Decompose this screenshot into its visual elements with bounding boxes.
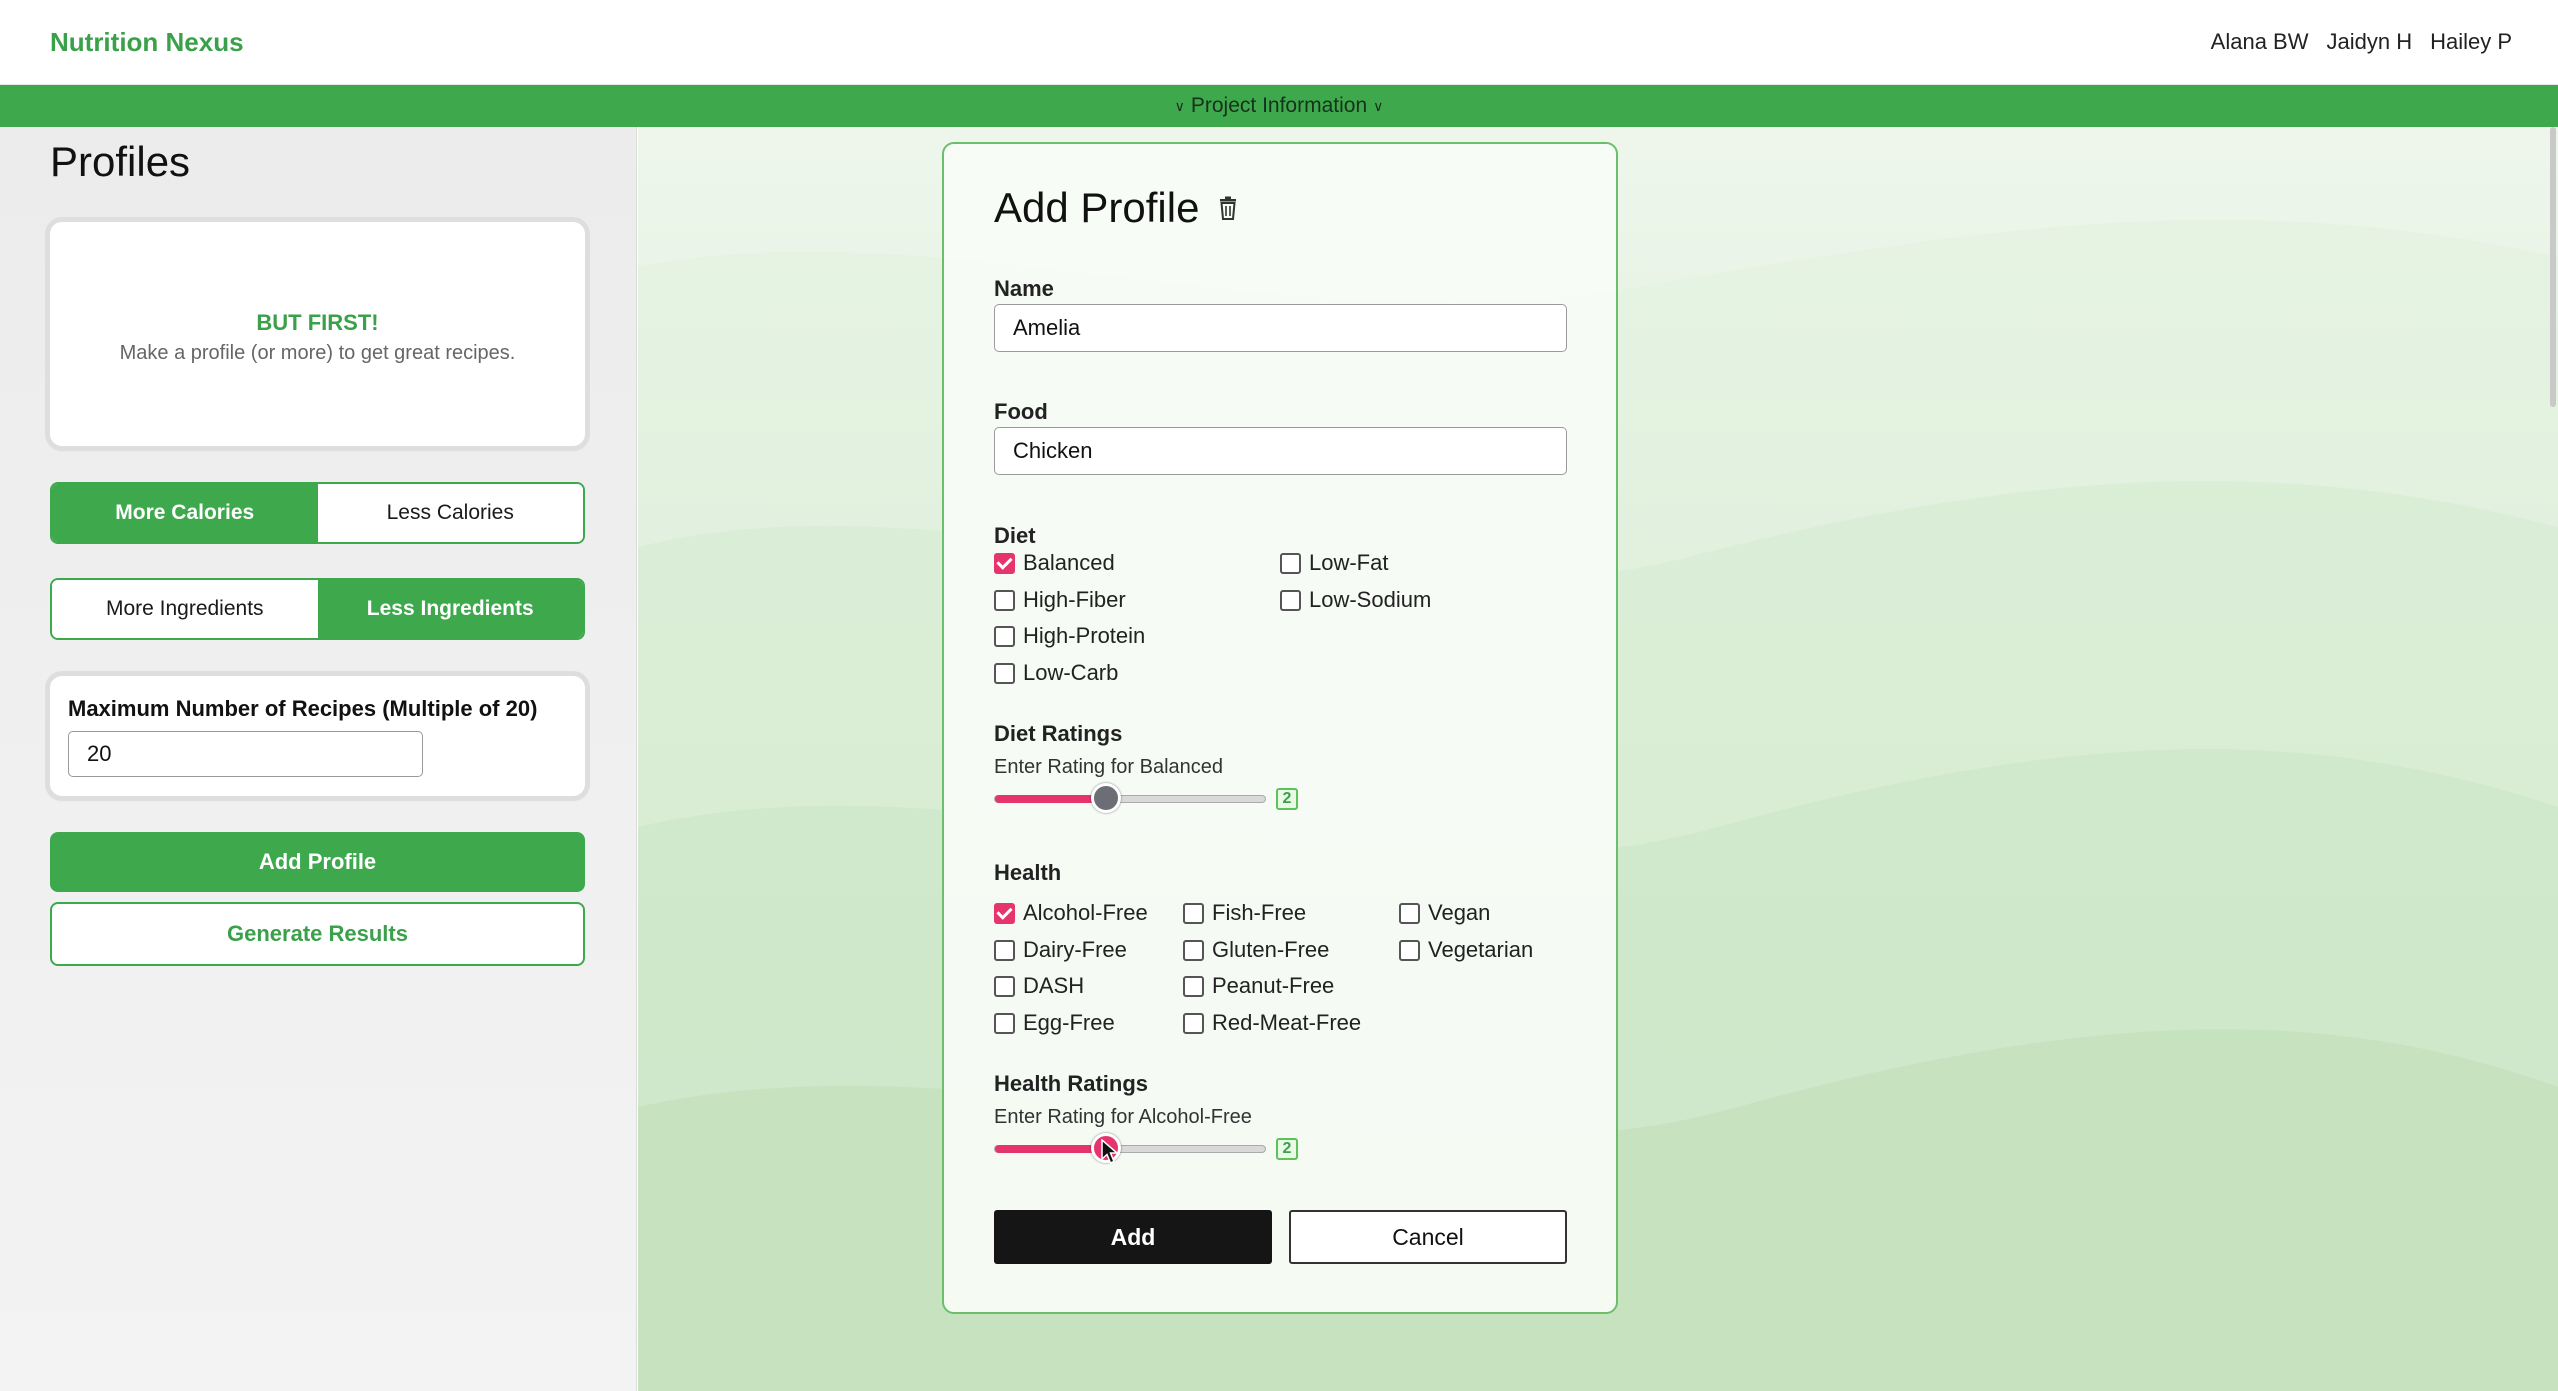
diet-option[interactable]: Low-Sodium: [1280, 587, 1431, 613]
health-option-label: Dairy-Free: [1023, 937, 1127, 962]
health-option[interactable]: Egg-Free: [994, 1010, 1115, 1036]
health-option[interactable]: Peanut-Free: [1183, 973, 1334, 999]
checkbox[interactable]: [994, 1012, 1015, 1034]
name-input[interactable]: [994, 304, 1567, 352]
health-option[interactable]: Dairy-Free: [994, 937, 1127, 963]
diet-rating-prompt: Enter Rating for Balanced: [994, 756, 1224, 778]
health-rating-slider[interactable]: [994, 1133, 1266, 1163]
slider-fill: [995, 795, 1106, 803]
checkbox[interactable]: [1280, 589, 1301, 611]
ingredients-toggle: More Ingredients Less Ingredients: [50, 578, 585, 640]
name-label: Name: [994, 276, 1054, 301]
add-profile-title: Add Profile: [994, 184, 1200, 231]
notice-heading: BUT FIRST!: [256, 310, 379, 335]
profile-notice-card: BUT FIRST! Make a profile (or more) to g…: [50, 222, 585, 446]
diet-rating-slider[interactable]: [994, 783, 1266, 813]
checkbox[interactable]: [1183, 902, 1204, 924]
add-button[interactable]: Add: [994, 1210, 1272, 1264]
team-member-link[interactable]: Alana BW: [2211, 29, 2309, 55]
diet-option-label: Low-Sodium: [1309, 587, 1432, 612]
diet-option-label: High-Protein: [1023, 623, 1146, 648]
max-recipes-input[interactable]: [68, 731, 423, 777]
health-option-label: Vegan: [1428, 900, 1491, 925]
health-option-label: Alcohol-Free: [1023, 900, 1148, 925]
diet-option[interactable]: High-Protein: [994, 623, 1145, 649]
health-option[interactable]: DASH: [994, 973, 1084, 999]
checkbox[interactable]: [994, 625, 1015, 647]
checkbox[interactable]: [994, 975, 1015, 997]
diet-option-label: Low-Carb: [1023, 660, 1119, 685]
diet-option[interactable]: High-Fiber: [994, 587, 1126, 613]
diet-rating-value: 2: [1276, 788, 1298, 810]
less-ingredients-button[interactable]: Less Ingredients: [317, 580, 583, 638]
scrollbar-thumb[interactable]: [2550, 127, 2556, 407]
health-option-label: DASH: [1023, 973, 1085, 998]
checkbox[interactable]: [1183, 975, 1204, 997]
team-member-link[interactable]: Hailey P: [2430, 29, 2512, 55]
health-option[interactable]: Vegetarian: [1399, 937, 1533, 963]
generate-results-button[interactable]: Generate Results: [50, 902, 585, 966]
diet-label: Diet: [994, 523, 1036, 548]
diet-option-label: Low-Fat: [1309, 550, 1389, 575]
health-option[interactable]: Fish-Free: [1183, 900, 1306, 926]
more-calories-button[interactable]: More Calories: [52, 484, 318, 542]
trash-icon[interactable]: [1219, 196, 1237, 220]
add-profile-panel: Add Profile Name Food Diet Balanced High…: [942, 142, 1618, 1314]
checkbox[interactable]: [994, 552, 1015, 574]
food-label: Food: [994, 399, 1048, 424]
diet-option[interactable]: Low-Carb: [994, 660, 1118, 686]
health-label: Health: [994, 860, 1062, 885]
health-option[interactable]: Vegan: [1399, 900, 1490, 926]
health-option[interactable]: Gluten-Free: [1183, 937, 1329, 963]
checkbox[interactable]: [1183, 939, 1204, 961]
slider-fill: [995, 1145, 1106, 1153]
caret-down-icon: ∨: [1373, 97, 1384, 114]
health-option-label: Gluten-Free: [1212, 937, 1330, 962]
health-option[interactable]: Alcohol-Free: [994, 900, 1148, 926]
health-rating-value: 2: [1276, 1138, 1298, 1160]
diet-option-label: High-Fiber: [1023, 587, 1126, 612]
checkbox[interactable]: [1183, 1012, 1204, 1034]
calories-toggle: More Calories Less Calories: [50, 482, 585, 544]
health-option-label: Vegetarian: [1428, 937, 1534, 962]
checkbox[interactable]: [994, 589, 1015, 611]
health-option-label: Egg-Free: [1023, 1010, 1115, 1035]
panel-title: Add Profile: [994, 184, 1237, 232]
sidebar-title: Profiles: [50, 138, 191, 185]
health-option-label: Fish-Free: [1212, 900, 1307, 925]
mouse-pointer-icon: [1101, 1139, 1119, 1164]
diet-option[interactable]: Balanced: [994, 550, 1115, 576]
checkbox[interactable]: [994, 902, 1015, 924]
cancel-button[interactable]: Cancel: [1289, 1210, 1567, 1264]
diet-ratings-label: Diet Ratings: [994, 721, 1123, 746]
diet-option[interactable]: Low-Fat: [1280, 550, 1388, 576]
more-ingredients-button[interactable]: More Ingredients: [52, 580, 318, 638]
team-links: Alana BW Jaidyn H Hailey P: [2211, 29, 2512, 55]
checkbox[interactable]: [1280, 552, 1301, 574]
health-option-label: Red-Meat-Free: [1212, 1010, 1362, 1035]
health-rating-prompt: Enter Rating for Alcohol-Free: [994, 1106, 1252, 1128]
caret-down-icon: ∨: [1174, 97, 1185, 114]
diet-option-label: Balanced: [1023, 550, 1115, 575]
food-input[interactable]: [994, 427, 1567, 475]
brand-logo[interactable]: Nutrition Nexus: [50, 27, 244, 58]
health-option[interactable]: Red-Meat-Free: [1183, 1010, 1361, 1036]
max-recipes-label: Maximum Number of Recipes (Multiple of 2…: [68, 696, 538, 721]
slider-thumb[interactable]: [1091, 783, 1121, 813]
max-recipes-card: Maximum Number of Recipes (Multiple of 2…: [50, 676, 585, 796]
project-info-label: Project Information: [1190, 94, 1368, 117]
checkbox[interactable]: [994, 939, 1015, 961]
notice-text: Make a profile (or more) to get great re…: [119, 342, 516, 364]
team-member-link[interactable]: Jaidyn H: [2326, 29, 2412, 55]
health-ratings-label: Health Ratings: [994, 1071, 1149, 1096]
add-profile-button[interactable]: Add Profile: [50, 832, 585, 892]
health-option-label: Peanut-Free: [1212, 973, 1335, 998]
checkbox[interactable]: [1399, 902, 1420, 924]
project-info-banner[interactable]: ∨ Project Information ∨: [0, 85, 2558, 127]
checkbox[interactable]: [1399, 939, 1420, 961]
top-nav: Nutrition Nexus Alana BW Jaidyn H Hailey…: [0, 0, 2558, 85]
checkbox[interactable]: [994, 662, 1015, 684]
less-calories-button[interactable]: Less Calories: [317, 484, 583, 542]
